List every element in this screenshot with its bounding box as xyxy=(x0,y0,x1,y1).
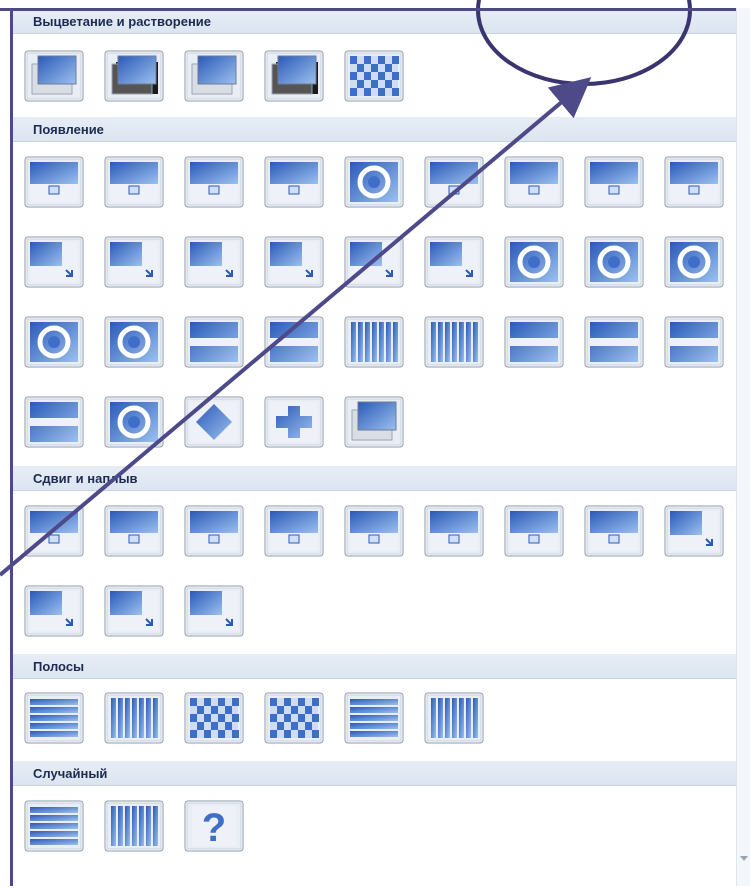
dissolve-icon[interactable] xyxy=(342,48,406,106)
wheel-4-icon[interactable] xyxy=(22,314,86,372)
pull-down-icon[interactable] xyxy=(342,503,406,561)
cover-down-icon[interactable] xyxy=(22,154,86,212)
push-right-icon[interactable] xyxy=(582,154,646,212)
split-horizontal-in-icon[interactable] xyxy=(182,314,246,372)
uncover-up-icon[interactable] xyxy=(262,503,326,561)
section-header-fade: Выцветание и растворение xyxy=(13,9,736,34)
fade-black-overlap-icon[interactable] xyxy=(262,48,326,106)
split-horizontal-out-icon[interactable] xyxy=(262,314,326,372)
fade-through-black-icon[interactable] xyxy=(102,48,166,106)
random-bars-vertical-icon[interactable] xyxy=(102,798,166,856)
shrink-corners-icon[interactable] xyxy=(342,234,406,292)
random-transition-icon[interactable]: ? xyxy=(182,798,246,856)
uncover-up-left-icon[interactable] xyxy=(22,583,86,641)
pull-right-icon[interactable] xyxy=(502,503,566,561)
pull-up-icon[interactable] xyxy=(582,503,646,561)
circle-expand-icon[interactable] xyxy=(102,394,166,452)
cover-right-icon[interactable] xyxy=(182,154,246,212)
split-vertical-out-icon[interactable] xyxy=(422,314,486,372)
newsflash-icon[interactable] xyxy=(342,394,406,452)
random-bars-horizontal-icon[interactable] xyxy=(22,798,86,856)
wheel-3-icon[interactable] xyxy=(662,234,726,292)
split-vertical-in-icon[interactable] xyxy=(342,314,406,372)
section-header-bars: Полосы xyxy=(13,654,736,679)
diamond-expand-icon[interactable] xyxy=(182,394,246,452)
checkerboard-across-icon[interactable] xyxy=(182,690,246,748)
push-left-icon[interactable] xyxy=(502,154,566,212)
checkerboard-down-icon[interactable] xyxy=(262,690,326,748)
blinds-vertical-icon[interactable] xyxy=(102,690,166,748)
corner-down-left-icon[interactable] xyxy=(22,234,86,292)
uncover-left-icon[interactable] xyxy=(102,503,166,561)
cover-left-icon[interactable] xyxy=(102,154,166,212)
uncover-down-icon[interactable] xyxy=(22,503,86,561)
wheel-2-icon[interactable] xyxy=(582,234,646,292)
svg-text:?: ? xyxy=(202,806,226,850)
wheel-8-icon[interactable] xyxy=(102,314,166,372)
pull-left-icon[interactable] xyxy=(422,503,486,561)
comb-horizontal-icon[interactable] xyxy=(342,690,406,748)
push-down-icon[interactable] xyxy=(422,154,486,212)
blinds-horizontal-icon[interactable] xyxy=(22,690,86,748)
uncover-right-icon[interactable] xyxy=(182,503,246,561)
diagonal-up-left-icon[interactable] xyxy=(582,314,646,372)
section-header-appear: Появление xyxy=(13,117,736,142)
plus-expand-icon[interactable] xyxy=(262,394,326,452)
gallery-scrollbar[interactable] xyxy=(736,8,750,886)
corner-down-right-icon[interactable] xyxy=(182,234,246,292)
fade-overlap-icon[interactable] xyxy=(182,48,246,106)
corner-up-right-icon[interactable] xyxy=(262,234,326,292)
expand-corners-icon[interactable] xyxy=(422,234,486,292)
diagonal-down-left-icon[interactable] xyxy=(502,314,566,372)
section-header-random: Случайный xyxy=(13,761,736,786)
push-up-icon[interactable] xyxy=(662,154,726,212)
circle-rotate-icon[interactable] xyxy=(342,154,406,212)
comb-vertical-icon[interactable] xyxy=(422,690,486,748)
uncover-up-right-icon[interactable] xyxy=(182,583,246,641)
section-header-shift: Сдвиг и наплыв xyxy=(13,466,736,491)
diagonal-up-right-icon[interactable] xyxy=(22,394,86,452)
diagonal-down-right-icon[interactable] xyxy=(662,314,726,372)
cover-up-icon[interactable] xyxy=(262,154,326,212)
uncover-down-left-icon[interactable] xyxy=(662,503,726,561)
uncover-down-right-icon[interactable] xyxy=(102,583,166,641)
scroll-down-arrow-icon[interactable] xyxy=(740,856,748,861)
fade-smooth-icon[interactable] xyxy=(22,48,86,106)
wheel-1-icon[interactable] xyxy=(502,234,566,292)
corner-up-left-icon[interactable] xyxy=(102,234,166,292)
